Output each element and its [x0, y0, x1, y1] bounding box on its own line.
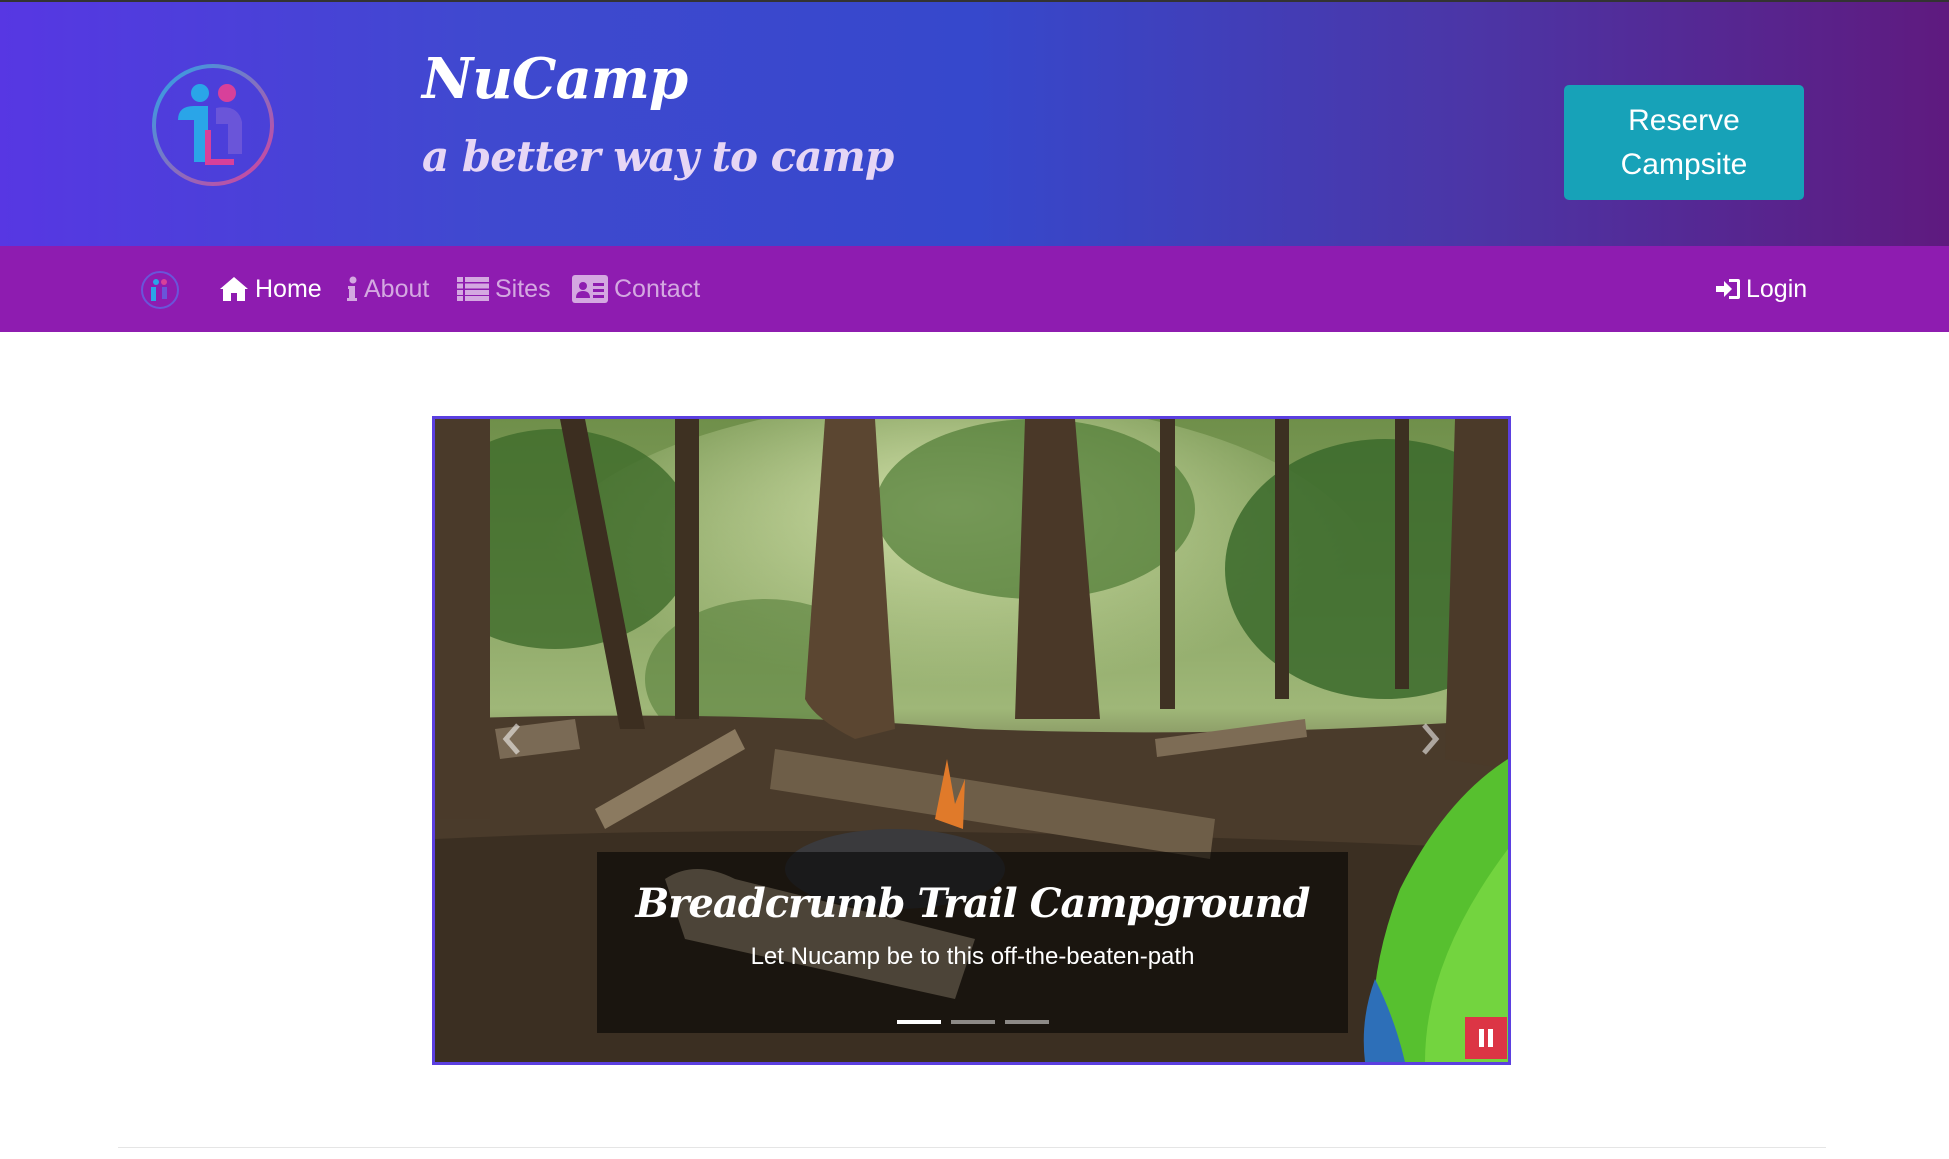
- brand-title: NuCamp: [422, 46, 688, 112]
- pause-icon: [1479, 1029, 1493, 1047]
- sign-in-icon: [1716, 278, 1740, 300]
- carousel-indicators: [897, 1020, 1049, 1024]
- login-link[interactable]: Login: [1716, 246, 1807, 332]
- chevron-right-icon: [1422, 723, 1440, 755]
- caption-text: Let Nucamp be to this off-the-beaten-pat…: [750, 943, 1195, 970]
- home-icon: [219, 276, 249, 302]
- brand-tagline: a better way to camp: [422, 132, 894, 181]
- carousel-indicator-3[interactable]: [1005, 1020, 1049, 1024]
- main-navbar: Home About Sites Contact Login: [0, 246, 1949, 332]
- carousel-prev-button[interactable]: [497, 719, 527, 759]
- navbar-logo-icon[interactable]: [140, 270, 180, 310]
- login-label: Login: [1746, 274, 1808, 303]
- carousel-pause-button[interactable]: [1465, 1017, 1507, 1059]
- carousel-caption: Breadcrumb Trail Campground Let Nucamp b…: [597, 852, 1348, 1033]
- nav-item-home[interactable]: Home: [219, 246, 322, 332]
- address-card-icon: [572, 275, 608, 303]
- chevron-left-icon: [502, 723, 520, 755]
- nav-item-contact[interactable]: Contact: [572, 246, 700, 332]
- nav-item-label: About: [364, 274, 430, 303]
- carousel-next-button[interactable]: [1415, 719, 1445, 759]
- nav-item-sites[interactable]: Sites: [457, 246, 551, 332]
- nucamp-logo-icon: [152, 64, 274, 186]
- campground-carousel: Breadcrumb Trail Campground Let Nucamp b…: [432, 416, 1511, 1065]
- caption-title: Breadcrumb Trail Campground: [635, 880, 1310, 927]
- carousel-indicator-2[interactable]: [951, 1020, 995, 1024]
- nav-item-about[interactable]: About: [346, 246, 429, 332]
- nav-item-label: Sites: [495, 274, 551, 303]
- content-divider: [118, 1147, 1826, 1148]
- nav-item-label: Home: [255, 274, 322, 303]
- nav-item-label: Contact: [614, 274, 701, 303]
- header-jumbotron: NuCamp a better way to camp Reserve Camp…: [0, 0, 1949, 246]
- info-icon: [346, 276, 358, 302]
- list-icon: [457, 277, 489, 301]
- carousel-indicator-1[interactable]: [897, 1020, 941, 1024]
- reserve-campsite-button[interactable]: Reserve Campsite: [1564, 85, 1804, 200]
